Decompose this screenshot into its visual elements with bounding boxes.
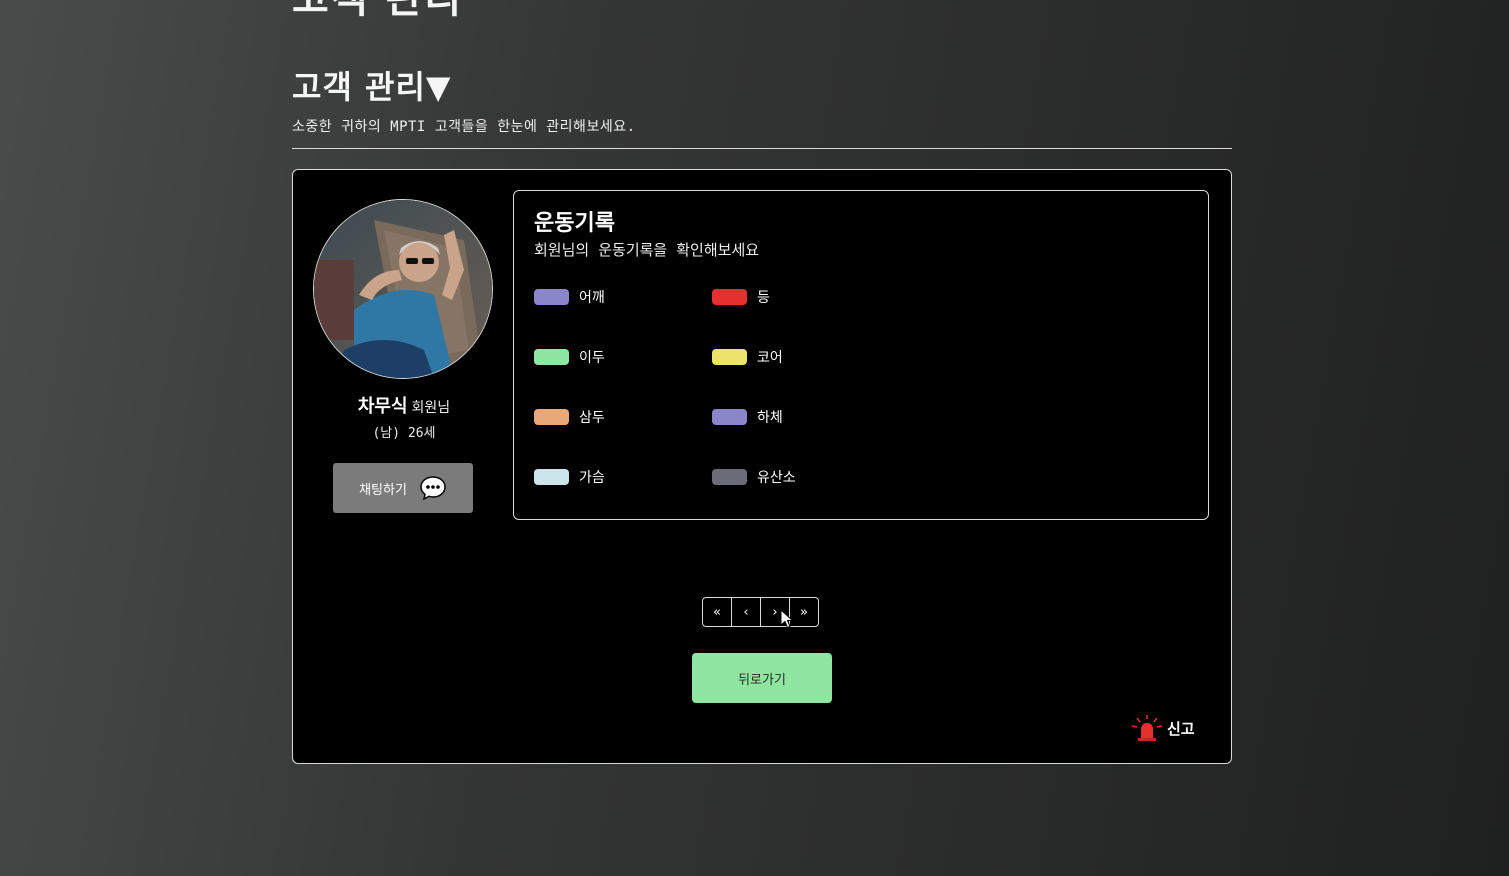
- legend-label: 등: [757, 290, 770, 306]
- legend-swatch: [712, 289, 747, 305]
- legend-item: 코어: [712, 347, 783, 367]
- page-heading-cut: 고객 관리: [292, 0, 463, 24]
- report-button[interactable]: 신고: [1131, 714, 1195, 742]
- section-description: 소중한 귀하의 MPTI 고객들을 한눈에 관리해보세요.: [292, 119, 636, 135]
- member-card: 차무식 회원님 (남) 26세 채팅하기 운동기록 회원님의 운동기록을 확인해보…: [292, 169, 1232, 764]
- legend-swatch: [534, 469, 569, 485]
- legend-item: 어깨: [534, 287, 605, 307]
- chat-button[interactable]: 채팅하기: [333, 463, 473, 513]
- back-button[interactable]: 뒤로가기: [692, 653, 832, 703]
- first-page-button[interactable]: «: [702, 597, 732, 627]
- siren-icon: [1131, 715, 1163, 741]
- profile-photo-icon: [314, 200, 492, 378]
- legend-swatch: [534, 349, 569, 365]
- legend-swatch: [712, 349, 747, 365]
- legend-item: 이두: [534, 347, 605, 367]
- legend-swatch: [534, 409, 569, 425]
- divider: [292, 148, 1232, 149]
- section-title[interactable]: 고객 관리▼: [292, 62, 452, 108]
- legend-label: 이두: [579, 350, 605, 366]
- avatar: [313, 199, 493, 379]
- legend-item: 유산소: [712, 467, 796, 487]
- pagination: « ‹ › »: [702, 597, 819, 627]
- member-name-text: 차무식: [357, 396, 408, 417]
- legend-item: 하체: [712, 407, 783, 427]
- legend-swatch: [712, 469, 747, 485]
- mouse-cursor-icon: [780, 609, 794, 629]
- legend-label: 어깨: [579, 290, 605, 306]
- chat-button-label: 채팅하기: [359, 482, 407, 498]
- chat-bubble-icon: [420, 476, 446, 501]
- legend-item: 가슴: [534, 467, 605, 487]
- member-gender-age: (남) 26세: [372, 426, 436, 441]
- legend-label: 코어: [757, 350, 783, 366]
- legend-label: 가슴: [579, 470, 605, 486]
- legend-label: 하체: [757, 410, 783, 426]
- legend-label: 유산소: [757, 470, 796, 486]
- member-name: 차무식 회원님: [293, 392, 515, 418]
- report-label: 신고: [1167, 719, 1195, 738]
- legend-swatch: [712, 409, 747, 425]
- legend-swatch: [534, 289, 569, 305]
- records-subtitle: 회원님의 운동기록을 확인해보세요: [534, 241, 760, 259]
- exercise-record-panel: 운동기록 회원님의 운동기록을 확인해보세요 어깨 등이두 코어삼두 하체가슴 유산소: [513, 190, 1209, 520]
- legend-item: 등: [712, 287, 770, 307]
- legend-item: 삼두: [534, 407, 605, 427]
- records-title: 운동기록: [534, 211, 615, 236]
- member-suffix: 회원님: [411, 400, 451, 416]
- legend-label: 삼두: [579, 410, 605, 426]
- prev-page-button[interactable]: ‹: [731, 597, 761, 627]
